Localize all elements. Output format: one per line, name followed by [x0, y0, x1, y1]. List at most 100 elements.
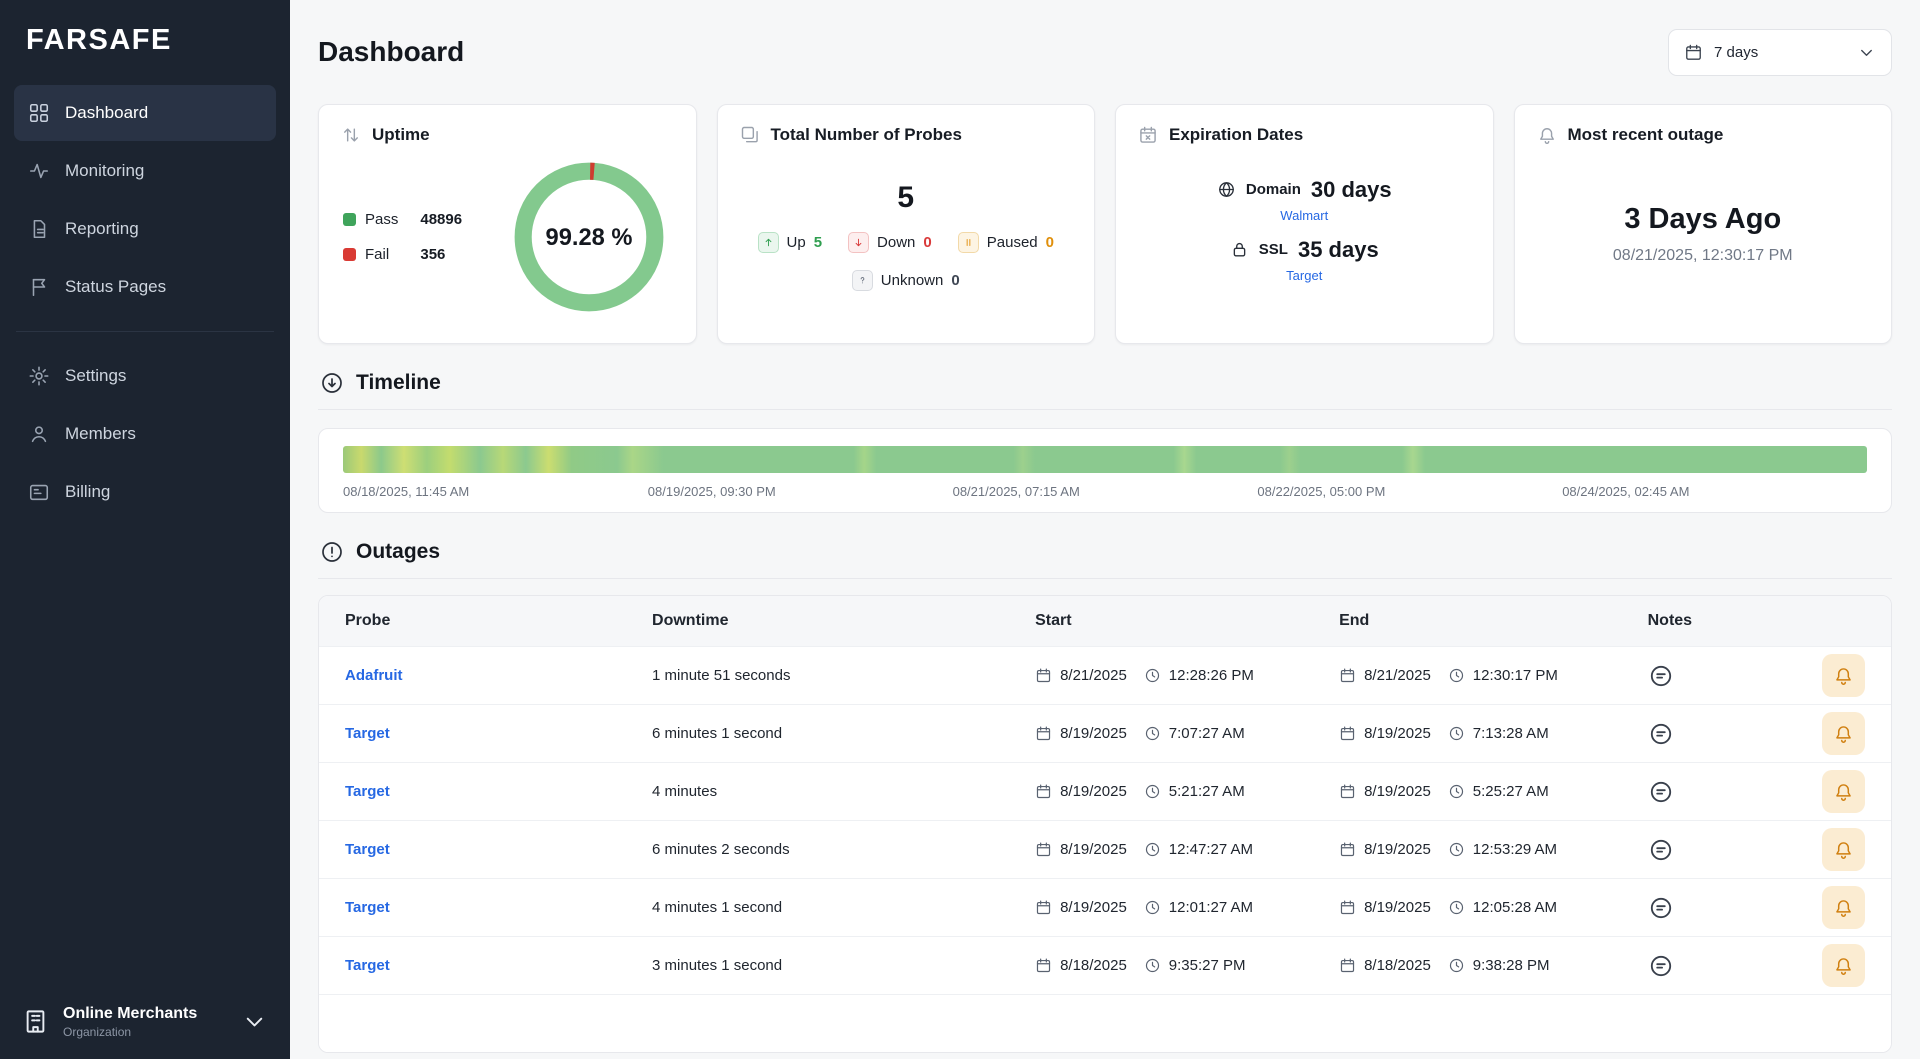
calendar-icon [1339, 725, 1356, 742]
timeline-axis: 08/18/2025, 11:45 AM 08/19/2025, 09:30 P… [343, 484, 1867, 499]
status-down-label: Down [877, 234, 915, 251]
status-up: Up 5 [758, 232, 823, 253]
clock-icon [1144, 783, 1161, 800]
probe-status-row: Up 5 Down 0 Paused 0 [758, 232, 1054, 253]
note-comment-icon[interactable] [1648, 779, 1674, 805]
clock-icon [1144, 899, 1161, 916]
calendar-icon [1035, 783, 1052, 800]
alert-button[interactable] [1822, 886, 1865, 929]
report-icon [28, 218, 50, 240]
timeline-tick: 08/18/2025, 11:45 AM [343, 484, 648, 499]
sidebar-item-label: Dashboard [65, 103, 148, 123]
status-unknown-label: Unknown [881, 272, 944, 289]
clock-icon [1448, 841, 1465, 858]
note-comment-icon[interactable] [1648, 953, 1674, 979]
topbar: Dashboard 7 days [318, 0, 1892, 104]
arrow-up-chip-icon [758, 232, 779, 253]
status-paused-label: Paused [987, 234, 1038, 251]
probe-link[interactable]: Target [345, 957, 390, 974]
org-switcher[interactable]: Online Merchants Organization [0, 985, 290, 1059]
sidebar-item-monitoring[interactable]: Monitoring [14, 143, 276, 199]
card-title: Most recent outage [1568, 125, 1724, 145]
card-title: Uptime [372, 125, 430, 145]
start-cell: 8/19/2025 7:07:27 AM [1035, 725, 1339, 742]
status-unknown-value: 0 [951, 272, 959, 289]
chevron-down-icon [1857, 43, 1876, 62]
probe-link[interactable]: Target [345, 899, 390, 916]
alert-button[interactable] [1822, 654, 1865, 697]
gear-icon [28, 365, 50, 387]
downtime-cell: 1 minute 51 seconds [652, 667, 1035, 684]
calendar-icon [1339, 899, 1356, 916]
table-row-partial [319, 994, 1891, 1052]
downtime-cell: 4 minutes 1 second [652, 899, 1035, 916]
start-time: 7:07:27 AM [1169, 725, 1245, 742]
end-cell: 8/19/2025 5:25:27 AM [1339, 783, 1648, 800]
outage-relative-time: 3 Days Ago [1624, 203, 1781, 236]
clock-icon [1448, 667, 1465, 684]
uptime-card-header: Uptime [341, 125, 674, 145]
ssl-probe-link[interactable]: Target [1286, 268, 1322, 283]
bell-icon [1833, 781, 1854, 802]
app-logo: FARSAFE [0, 0, 290, 85]
note-comment-icon[interactable] [1648, 721, 1674, 747]
legend-fail: Fail [343, 246, 398, 263]
person-icon [28, 423, 50, 445]
table-row: Adafruit 1 minute 51 seconds 8/21/2025 1… [319, 646, 1891, 704]
end-cell: 8/19/2025 12:53:29 AM [1339, 841, 1648, 858]
table-row: Target 3 minutes 1 second 8/18/2025 9:35… [319, 936, 1891, 994]
start-date: 8/18/2025 [1060, 957, 1127, 974]
pulse-icon [28, 160, 50, 182]
start-cell: 8/21/2025 12:28:26 PM [1035, 667, 1339, 684]
start-time: 5:21:27 AM [1169, 783, 1245, 800]
end-time: 7:13:28 AM [1473, 725, 1549, 742]
bell-icon [1833, 839, 1854, 860]
col-start: Start [1035, 612, 1339, 630]
domain-expiry-row: Domain 30 days [1217, 177, 1392, 203]
sidebar-item-dashboard[interactable]: Dashboard [14, 85, 276, 141]
bell-icon [1833, 665, 1854, 686]
probe-link[interactable]: Adafruit [345, 667, 403, 684]
col-probe: Probe [345, 612, 652, 630]
probe-status-row-2: Unknown 0 [852, 270, 960, 291]
sidebar-item-members[interactable]: Members [14, 406, 276, 462]
col-downtime: Downtime [652, 612, 1035, 630]
start-date: 8/19/2025 [1060, 783, 1127, 800]
probe-link[interactable]: Target [345, 841, 390, 858]
downtime-cell: 3 minutes 1 second [652, 957, 1035, 974]
note-comment-icon[interactable] [1648, 663, 1674, 689]
calendar-icon [1035, 841, 1052, 858]
end-date: 8/18/2025 [1364, 957, 1431, 974]
status-down-value: 0 [923, 234, 931, 251]
legend-pass: Pass [343, 211, 398, 228]
probe-link[interactable]: Target [345, 725, 390, 742]
sidebar-item-label: Settings [65, 366, 126, 386]
main-content: Dashboard 7 days Uptime Pass [290, 0, 1920, 1059]
up-down-arrows-icon [341, 125, 361, 145]
table-row: Target 4 minutes 8/19/2025 5:21:27 AM 8/… [319, 762, 1891, 820]
table-header-row: Probe Downtime Start End Notes [319, 596, 1891, 646]
pass-swatch [343, 213, 356, 226]
alert-button[interactable] [1822, 770, 1865, 813]
probe-link[interactable]: Target [345, 783, 390, 800]
table-row: Target 6 minutes 1 second 8/19/2025 7:07… [319, 704, 1891, 762]
end-cell: 8/19/2025 7:13:28 AM [1339, 725, 1648, 742]
sidebar-divider [16, 331, 274, 332]
calendar-icon [1035, 899, 1052, 916]
alert-button[interactable] [1822, 828, 1865, 871]
note-comment-icon[interactable] [1648, 837, 1674, 863]
note-comment-icon[interactable] [1648, 895, 1674, 921]
sidebar-item-settings[interactable]: Settings [14, 348, 276, 404]
sidebar-item-reporting[interactable]: Reporting [14, 201, 276, 257]
pause-chip-icon [958, 232, 979, 253]
end-date: 8/19/2025 [1364, 783, 1431, 800]
domain-probe-link[interactable]: Walmart [1280, 208, 1328, 223]
clock-icon [1144, 725, 1161, 742]
alert-button[interactable] [1822, 712, 1865, 755]
date-range-select[interactable]: 7 days [1668, 29, 1892, 76]
table-row: Target 6 minutes 2 seconds 8/19/2025 12:… [319, 820, 1891, 878]
sidebar-item-billing[interactable]: Billing [14, 464, 276, 520]
clock-icon [1144, 667, 1161, 684]
alert-button[interactable] [1822, 944, 1865, 987]
sidebar-item-status-pages[interactable]: Status Pages [14, 259, 276, 315]
